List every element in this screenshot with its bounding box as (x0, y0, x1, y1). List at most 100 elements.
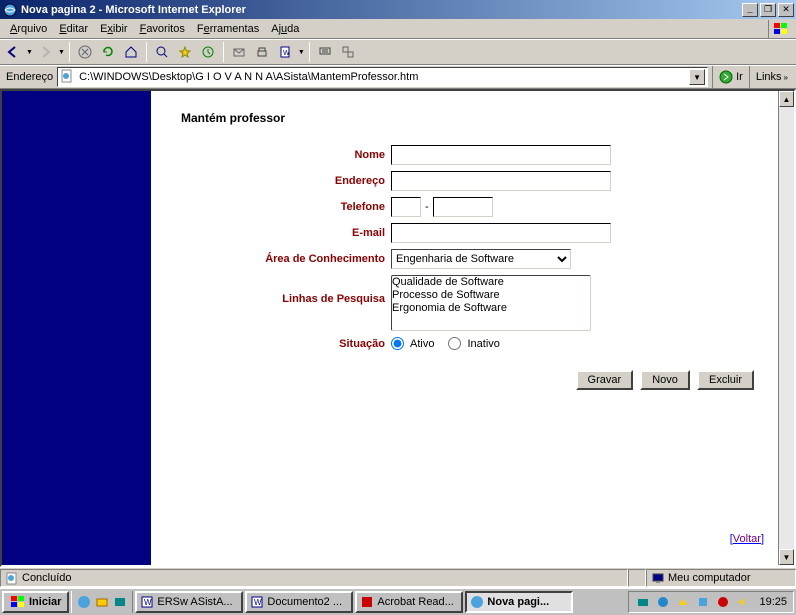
select-area[interactable]: Engenharia de Software (391, 249, 571, 269)
menu-arquivo[interactable]: Arquivo (4, 21, 53, 37)
related-button[interactable] (337, 41, 359, 63)
clock[interactable]: 19:25 (759, 596, 787, 608)
page-icon (60, 69, 76, 85)
novo-button[interactable]: Novo (640, 370, 690, 390)
label-situacao: Situação (181, 338, 391, 350)
label-endereco: Endereço (181, 175, 391, 187)
voltar-link[interactable]: Voltar (733, 533, 761, 545)
menu-favoritos[interactable]: Favoritos (134, 21, 191, 37)
input-email[interactable] (391, 223, 611, 243)
label-telefone: Telefone (181, 201, 391, 213)
tray-icon-4[interactable] (695, 594, 711, 610)
menu-ferramentas[interactable]: Ferramentas (191, 21, 265, 37)
task-word1[interactable]: W ERSw ASistA... (135, 591, 243, 613)
mail-button[interactable] (228, 41, 250, 63)
label-area: Área de Conhecimento (181, 253, 391, 265)
address-value: C:\WINDOWS\Desktop\G I O V A N N A\ASist… (79, 71, 689, 83)
edit-dropdown-icon[interactable]: ▼ (298, 49, 305, 56)
ql-outlook-icon[interactable] (94, 594, 110, 610)
svg-text:W: W (254, 598, 262, 607)
excluir-button[interactable]: Excluir (697, 370, 754, 390)
go-button[interactable]: Ir (712, 66, 749, 88)
ie-icon (2, 2, 18, 18)
page-title: Mantém professor (181, 111, 764, 125)
search-button[interactable] (151, 41, 173, 63)
acrobat-icon (360, 595, 374, 609)
label-email: E-mail (181, 227, 391, 239)
menu-editar[interactable]: Editar (53, 21, 94, 37)
status-left-panel: Concluído (0, 569, 628, 587)
history-button[interactable] (197, 41, 219, 63)
window-title: Nova pagina 2 - Microsoft Internet Explo… (21, 4, 740, 16)
computer-icon (651, 571, 665, 585)
input-telefone-ddd[interactable] (391, 197, 421, 217)
address-input-container[interactable]: C:\WINDOWS\Desktop\G I O V A N N A\ASist… (57, 67, 708, 87)
print-button[interactable] (251, 41, 273, 63)
address-dropdown-icon[interactable]: ▼ (689, 69, 705, 85)
home-button[interactable] (120, 41, 142, 63)
voltar-link-container: Voltar (730, 533, 764, 545)
menu-exibir[interactable]: Exibir (94, 21, 134, 37)
radio-inativo[interactable] (448, 337, 461, 350)
refresh-button[interactable] (97, 41, 119, 63)
restore-button[interactable]: ❐ (760, 3, 776, 17)
ql-ie-icon[interactable] (76, 594, 92, 610)
page-main: Mantém professor Nome Endereço Telefone … (151, 91, 794, 565)
stop-button[interactable] (74, 41, 96, 63)
system-tray: 19:25 (628, 591, 794, 613)
address-bar: Endereço C:\WINDOWS\Desktop\G I O V A N … (0, 65, 796, 89)
word-icon: W (140, 595, 154, 609)
tray-icon-3[interactable] (675, 594, 691, 610)
menu-bar: Arquivo Editar Exibir Favoritos Ferramen… (0, 19, 796, 39)
tray-icon-1[interactable] (635, 594, 651, 610)
radio-inativo-label: Inativo (467, 338, 499, 350)
start-icon (10, 595, 26, 609)
radio-ativo-label: Ativo (410, 338, 434, 350)
menu-ajuda[interactable]: Ajuda (265, 21, 305, 37)
favorites-button[interactable] (174, 41, 196, 63)
label-nome: Nome (181, 149, 391, 161)
go-icon (719, 70, 733, 84)
scroll-down-button[interactable]: ▼ (779, 549, 794, 565)
svg-text:W: W (144, 598, 152, 607)
radio-ativo[interactable] (391, 337, 404, 350)
status-bar: Concluído Meu computador (0, 567, 796, 587)
address-label: Endereço (2, 71, 57, 83)
page-done-icon (5, 571, 19, 585)
back-button[interactable] (2, 41, 24, 63)
close-button[interactable]: ✕ (778, 3, 794, 17)
scroll-track[interactable] (779, 107, 794, 549)
vertical-scrollbar[interactable]: ▲ ▼ (778, 91, 794, 565)
toolbar: ▼ ▼ W▼ (0, 39, 796, 65)
taskbar: Iniciar W ERSw ASistA... W Documento2 ..… (0, 587, 796, 615)
word-icon: W (250, 595, 264, 609)
title-bar: Nova pagina 2 - Microsoft Internet Explo… (0, 0, 796, 19)
tray-icon-5[interactable] (715, 594, 731, 610)
task-word2[interactable]: W Documento2 ... (245, 591, 353, 613)
links-button[interactable]: Links » (749, 66, 794, 88)
windows-logo-icon (768, 20, 792, 38)
tray-icon-2[interactable] (655, 594, 671, 610)
input-nome[interactable] (391, 145, 611, 165)
start-button[interactable]: Iniciar (2, 591, 69, 613)
links-chevron-icon: » (784, 73, 788, 82)
edit-button[interactable]: W (274, 41, 296, 63)
forward-dropdown-icon[interactable]: ▼ (58, 49, 65, 56)
forward-button[interactable] (34, 41, 56, 63)
gravar-button[interactable]: Gravar (576, 370, 634, 390)
quick-launch (71, 591, 133, 613)
page-sidebar (2, 91, 151, 565)
scroll-up-button[interactable]: ▲ (779, 91, 794, 107)
tray-icon-volume[interactable] (735, 594, 751, 610)
discuss-button[interactable] (314, 41, 336, 63)
select-linhas[interactable]: Qualidade de Software Processo de Softwa… (391, 275, 591, 331)
task-acrobat[interactable]: Acrobat Read... (355, 591, 463, 613)
minimize-button[interactable]: _ (742, 3, 758, 17)
input-endereco[interactable] (391, 171, 611, 191)
task-ie-active[interactable]: Nova pagi... (465, 591, 573, 613)
back-dropdown-icon[interactable]: ▼ (26, 49, 33, 56)
input-telefone-num[interactable] (433, 197, 493, 217)
ie-icon (470, 595, 484, 609)
ql-desktop-icon[interactable] (112, 594, 128, 610)
status-zone-text: Meu computador (668, 572, 751, 584)
